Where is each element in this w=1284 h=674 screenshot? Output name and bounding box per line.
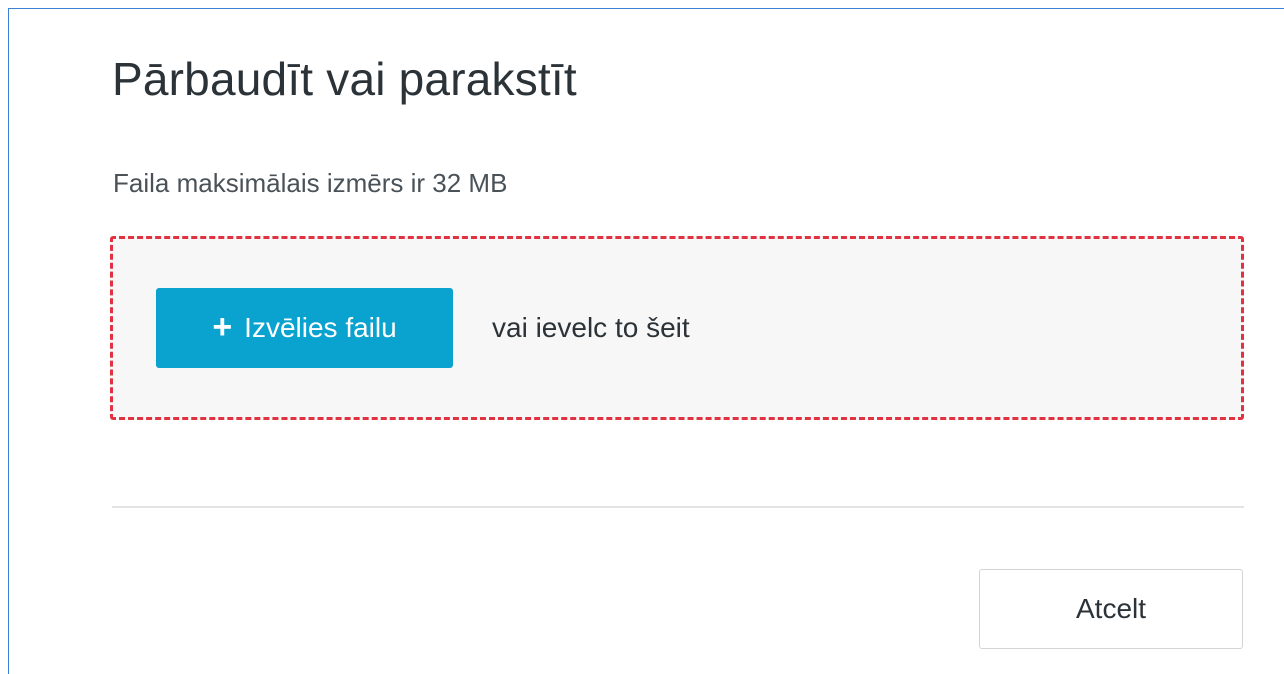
footer-divider <box>112 506 1244 508</box>
plus-icon: + <box>212 307 233 346</box>
choose-file-button[interactable]: + Izvēlies failu <box>156 288 453 368</box>
drop-hint-text: vai ievelc to šeit <box>492 312 690 343</box>
choose-file-label: Izvēlies failu <box>244 312 397 343</box>
file-drop-zone[interactable]: + Izvēlies failu vai ievelc to šeit <box>110 236 1244 420</box>
max-file-size-text: Faila maksimālais izmērs ir 32 MB <box>113 168 508 198</box>
dialog-window: Pārbaudīt vai parakstīt Faila maksimālai… <box>0 0 1284 674</box>
cancel-button[interactable]: Atcelt <box>979 569 1243 649</box>
window-border-top <box>8 8 1284 9</box>
window-border-left <box>8 8 9 674</box>
dialog-title: Pārbaudīt vai parakstīt <box>112 53 577 105</box>
